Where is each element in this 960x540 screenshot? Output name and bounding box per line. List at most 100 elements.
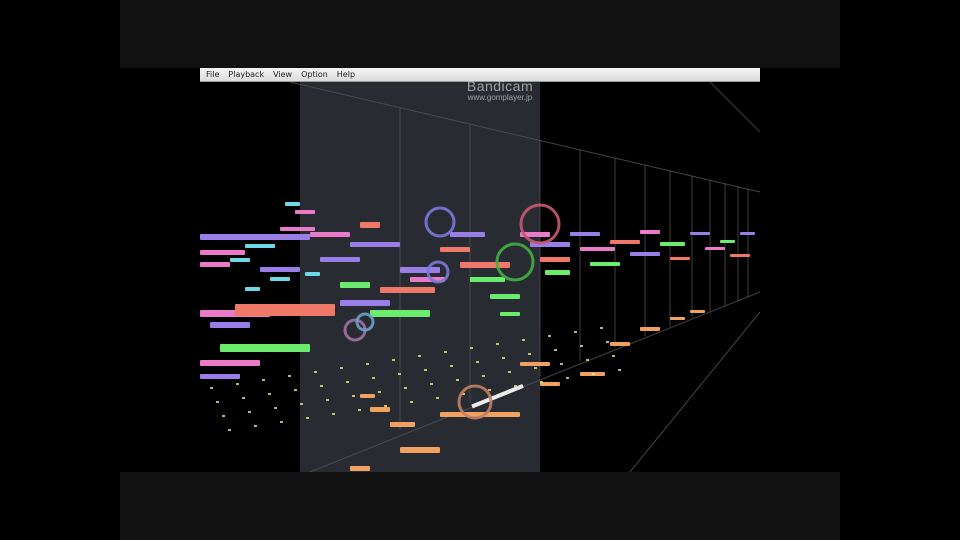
note-bar (245, 244, 275, 248)
note-bar (610, 342, 630, 346)
note-dot (210, 387, 213, 389)
note-bar (545, 270, 570, 275)
note-dot (372, 377, 375, 379)
note-bar (350, 466, 370, 471)
note-dot (436, 397, 439, 399)
note-dot (392, 359, 395, 361)
frame-side-left (120, 68, 200, 472)
note-bar (590, 262, 620, 266)
note-dot (450, 365, 453, 367)
note-dot (606, 341, 609, 343)
note-bar (690, 310, 705, 313)
note-bar (380, 287, 435, 293)
menu-view[interactable]: View (270, 68, 298, 82)
note-dot (314, 371, 317, 373)
note-bar (460, 262, 510, 268)
note-bar (490, 294, 520, 299)
note-bar (340, 282, 370, 288)
note-dot (424, 369, 427, 371)
note-dot (222, 415, 225, 417)
note-dot (554, 349, 557, 351)
note-dot (508, 371, 511, 373)
note-dot (540, 381, 543, 383)
note-dot (262, 379, 265, 381)
note-bar (670, 317, 685, 320)
note-dot (378, 391, 381, 393)
note-bar (285, 202, 300, 206)
note-dot (586, 359, 589, 361)
note-dot (548, 335, 551, 337)
note-bar (295, 210, 315, 214)
note-dot (288, 375, 291, 377)
note-bar (200, 360, 260, 366)
note-bar (630, 252, 660, 256)
menu-option[interactable]: Option (298, 68, 334, 82)
note-bar (220, 344, 310, 352)
menu-playback[interactable]: Playback (225, 68, 270, 82)
note-bar (690, 232, 710, 235)
note-dot (228, 429, 231, 431)
note-dot (294, 389, 297, 391)
note-bar (245, 287, 260, 291)
note-bar (360, 394, 375, 398)
note-dot (502, 357, 505, 359)
note-bar (230, 258, 250, 262)
note-dot (320, 385, 323, 387)
letterbox-left (0, 0, 120, 540)
note-dot (216, 401, 219, 403)
note-dot (274, 407, 277, 409)
note-bar (400, 447, 440, 453)
note-bar (280, 227, 315, 231)
note-dot (410, 401, 413, 403)
note-dot (404, 387, 407, 389)
note-bar (310, 232, 350, 237)
frame-side-right (760, 68, 840, 472)
note-bar (390, 422, 415, 427)
note-bar (200, 234, 310, 240)
note-dot (592, 373, 595, 375)
note-bar (570, 232, 600, 236)
menu-file[interactable]: File (203, 68, 225, 82)
note-dot (280, 421, 283, 423)
note-dot (398, 373, 401, 375)
note-dot (268, 393, 271, 395)
note-dot (600, 327, 603, 329)
note-bar (200, 262, 230, 267)
note-bar (705, 247, 725, 250)
note-dot (326, 399, 329, 401)
note-dot (488, 389, 491, 391)
note-bar (360, 222, 380, 228)
note-bar (660, 242, 685, 246)
note-bar (540, 257, 570, 262)
note-bar (470, 277, 505, 282)
note-dot (618, 369, 621, 371)
note-dot (418, 355, 421, 357)
note-dot (528, 353, 531, 355)
note-bar (270, 277, 290, 281)
note-dot (470, 347, 473, 349)
note-dot (430, 383, 433, 385)
note-bar (235, 304, 335, 316)
note-bar (370, 407, 390, 412)
note-dot (560, 363, 563, 365)
note-dot (242, 397, 245, 399)
note-dot (384, 405, 387, 407)
note-bar (210, 322, 250, 328)
note-bar (640, 230, 660, 234)
menu-help[interactable]: Help (334, 68, 361, 82)
note-dot (580, 345, 583, 347)
note-dot (534, 367, 537, 369)
note-dot (366, 363, 369, 365)
note-dot (522, 339, 525, 341)
note-dot (332, 413, 335, 415)
note-bar (260, 267, 300, 272)
note-dot (352, 395, 355, 397)
note-dot (340, 367, 343, 369)
note-bar (340, 300, 390, 306)
note-dot (496, 343, 499, 345)
note-dot (358, 409, 361, 411)
note-dot (248, 411, 251, 413)
letterbox-right (840, 0, 960, 540)
note-bar (350, 242, 400, 247)
note-bar (740, 232, 755, 235)
